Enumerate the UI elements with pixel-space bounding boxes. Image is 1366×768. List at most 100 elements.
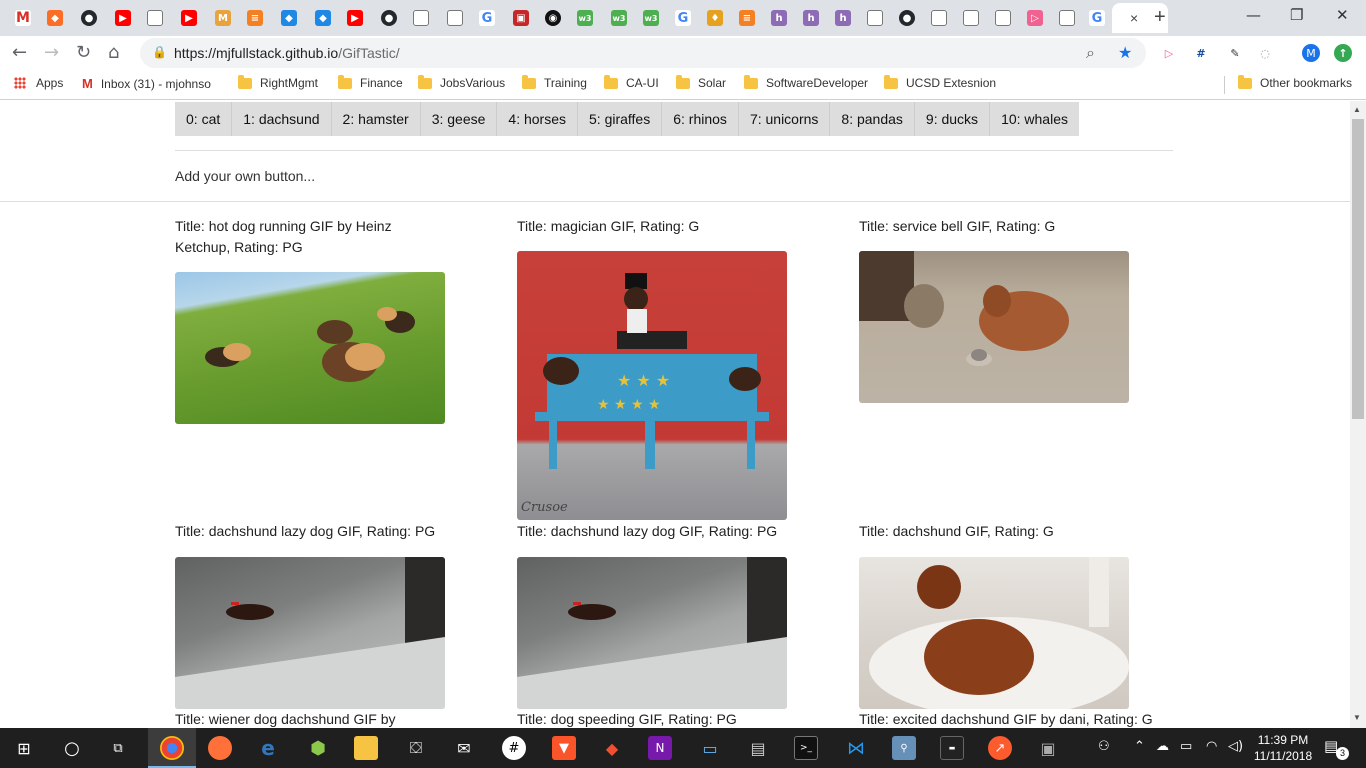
bookmark-other[interactable]: Other bookmarks: [1238, 74, 1352, 90]
tab-stackoverflow-2[interactable]: ≡: [732, 3, 762, 33]
app-icon[interactable]: ▤: [746, 736, 770, 760]
page-scrollbar[interactable]: ▲ ▼: [1350, 101, 1366, 728]
tab-page-6[interactable]: [956, 3, 986, 33]
tab-circle[interactable]: ◉: [538, 3, 568, 33]
vscode-icon[interactable]: ⋈: [844, 736, 868, 760]
people-icon[interactable]: ⚇: [1098, 739, 1110, 754]
bookmark-apps[interactable]: Apps: [14, 76, 63, 90]
extension-disabled-icon[interactable]: ◌: [1256, 44, 1274, 62]
gif-image[interactable]: [517, 557, 787, 709]
animal-button-geese[interactable]: 3: geese: [420, 102, 498, 136]
scroll-thumb[interactable]: [1352, 119, 1364, 419]
tab-orange[interactable]: ♦: [700, 3, 730, 33]
tab-google-2[interactable]: G: [668, 3, 698, 33]
terminal-icon[interactable]: >_: [794, 736, 818, 760]
animal-button-unicorns[interactable]: 7: unicorns: [738, 102, 831, 136]
tray-chevron-icon[interactable]: ⌃: [1134, 739, 1145, 754]
tab-gitlab[interactable]: ◆: [40, 3, 70, 33]
volume-icon[interactable]: ◁): [1228, 739, 1243, 754]
new-tab-button[interactable]: +: [1154, 6, 1166, 29]
bookmark-inbox[interactable]: M Inbox (31) - mjohnso: [82, 76, 216, 91]
tab-github-3[interactable]: ●: [892, 3, 922, 33]
brave-icon[interactable]: ▼: [552, 736, 576, 760]
edge-icon[interactable]: e: [256, 736, 280, 760]
mysql-shell-icon[interactable]: ▬: [940, 736, 964, 760]
animal-button-hamster[interactable]: 2: hamster: [331, 102, 421, 136]
bookmark-ucsd-extension[interactable]: UCSD Extesnion: [884, 74, 996, 90]
remote-desktop-icon[interactable]: ▭: [698, 736, 722, 760]
bookmark-softwaredeveloper[interactable]: SoftwareDeveloper: [744, 74, 868, 90]
animal-button-pandas[interactable]: 8: pandas: [830, 102, 915, 136]
start-icon[interactable]: ⊞: [12, 736, 36, 760]
scroll-down-icon[interactable]: ▼: [1353, 713, 1361, 722]
profile-avatar[interactable]: M: [1302, 44, 1320, 62]
update-icon[interactable]: ↑: [1334, 44, 1352, 62]
tab-w3-1[interactable]: w3: [570, 3, 600, 33]
tab-youtube-3[interactable]: ▶: [340, 3, 370, 33]
address-bar[interactable]: 🔒 https://mjfullstack.github.io/GifTasti…: [140, 38, 1146, 68]
tab-red-square[interactable]: ▣: [506, 3, 536, 33]
slack-icon[interactable]: #: [502, 736, 526, 760]
tab-box-2[interactable]: ◆: [308, 3, 338, 33]
tab-github-2[interactable]: ●: [374, 3, 404, 33]
bookmark-star-icon[interactable]: ★: [1118, 43, 1132, 62]
tab-page-8[interactable]: [1052, 3, 1082, 33]
battery-icon[interactable]: ▭: [1180, 739, 1192, 754]
minimize-icon[interactable]: —: [1246, 6, 1261, 24]
animal-button-dachsund[interactable]: 1: dachsund: [232, 102, 332, 136]
mail-icon[interactable]: ✉: [452, 736, 476, 760]
tab-hyper-2[interactable]: h: [796, 3, 826, 33]
tab-pink[interactable]: ▷: [1020, 3, 1050, 33]
animal-button-cat[interactable]: 0: cat: [175, 102, 233, 136]
tab-stackoverflow[interactable]: ≡: [240, 3, 270, 33]
tab-google-3[interactable]: G: [1082, 3, 1112, 33]
task-view-icon[interactable]: ⧉: [106, 736, 130, 760]
chrome-icon[interactable]: [160, 736, 184, 760]
tab-page-5[interactable]: [924, 3, 954, 33]
bookmark-finance[interactable]: Finance: [338, 74, 403, 90]
tab-w3-2[interactable]: w3: [604, 3, 634, 33]
animal-button-horses[interactable]: 4: horses: [497, 102, 578, 136]
mysql-icon[interactable]: ⚲: [892, 736, 916, 760]
gif-image[interactable]: [175, 272, 445, 424]
extension-pen-icon[interactable]: ✎: [1226, 44, 1244, 62]
bookmark-rightmgmt[interactable]: RightMgmt: [238, 74, 318, 90]
animal-button-whales[interactable]: 10: whales: [990, 102, 1079, 136]
tab-youtube[interactable]: ▶: [108, 3, 138, 33]
firefox-icon[interactable]: [208, 736, 232, 760]
reload-icon[interactable]: ↻: [76, 42, 91, 63]
tab-hyper-1[interactable]: h: [764, 3, 794, 33]
git-icon[interactable]: ◆: [600, 736, 624, 760]
back-icon[interactable]: ←: [12, 42, 27, 63]
animal-button-rhinos[interactable]: 6: rhinos: [662, 102, 739, 136]
tab-page-4[interactable]: [860, 3, 890, 33]
extension-arrow-icon[interactable]: ▷: [1160, 44, 1178, 62]
add-button-input[interactable]: [175, 165, 675, 187]
gif-image[interactable]: [859, 557, 1129, 709]
tab-page-2[interactable]: [406, 3, 436, 33]
tab-youtube-2[interactable]: ▶: [174, 3, 204, 33]
search-icon[interactable]: ○: [60, 736, 84, 760]
tab-page-7[interactable]: [988, 3, 1018, 33]
gif-image[interactable]: ★ ★ ★ ★ ★ ★ ★ Crusoe: [517, 251, 787, 520]
tab-hyper-3[interactable]: h: [828, 3, 858, 33]
bookmark-training[interactable]: Training: [522, 74, 587, 90]
onenote-icon[interactable]: N: [648, 736, 672, 760]
url-text[interactable]: https://mjfullstack.github.io/GifTastic/: [174, 45, 400, 61]
tab-page-3[interactable]: [440, 3, 470, 33]
node-icon[interactable]: ⬢: [306, 736, 330, 760]
screen-icon[interactable]: ▣: [1036, 736, 1060, 760]
wifi-icon[interactable]: ◠: [1206, 739, 1217, 754]
home-icon[interactable]: ⌂: [108, 42, 119, 63]
zoom-icon[interactable]: ⌕: [1086, 43, 1095, 63]
tab-close-icon[interactable]: ×: [1130, 10, 1138, 26]
store-icon[interactable]: ⛋: [404, 736, 428, 760]
system-clock[interactable]: 11:39 PM 11/11/2018: [1248, 732, 1318, 764]
bookmark-jobsvarious[interactable]: JobsVarious: [418, 74, 505, 90]
tab-w3-3[interactable]: w3: [636, 3, 666, 33]
tab-box[interactable]: ◆: [274, 3, 304, 33]
extension-grid-icon[interactable]: #: [1192, 44, 1210, 62]
restore-icon[interactable]: ❐: [1290, 6, 1303, 24]
close-window-icon[interactable]: ✕: [1336, 6, 1349, 24]
postman-icon[interactable]: ↗: [988, 736, 1012, 760]
